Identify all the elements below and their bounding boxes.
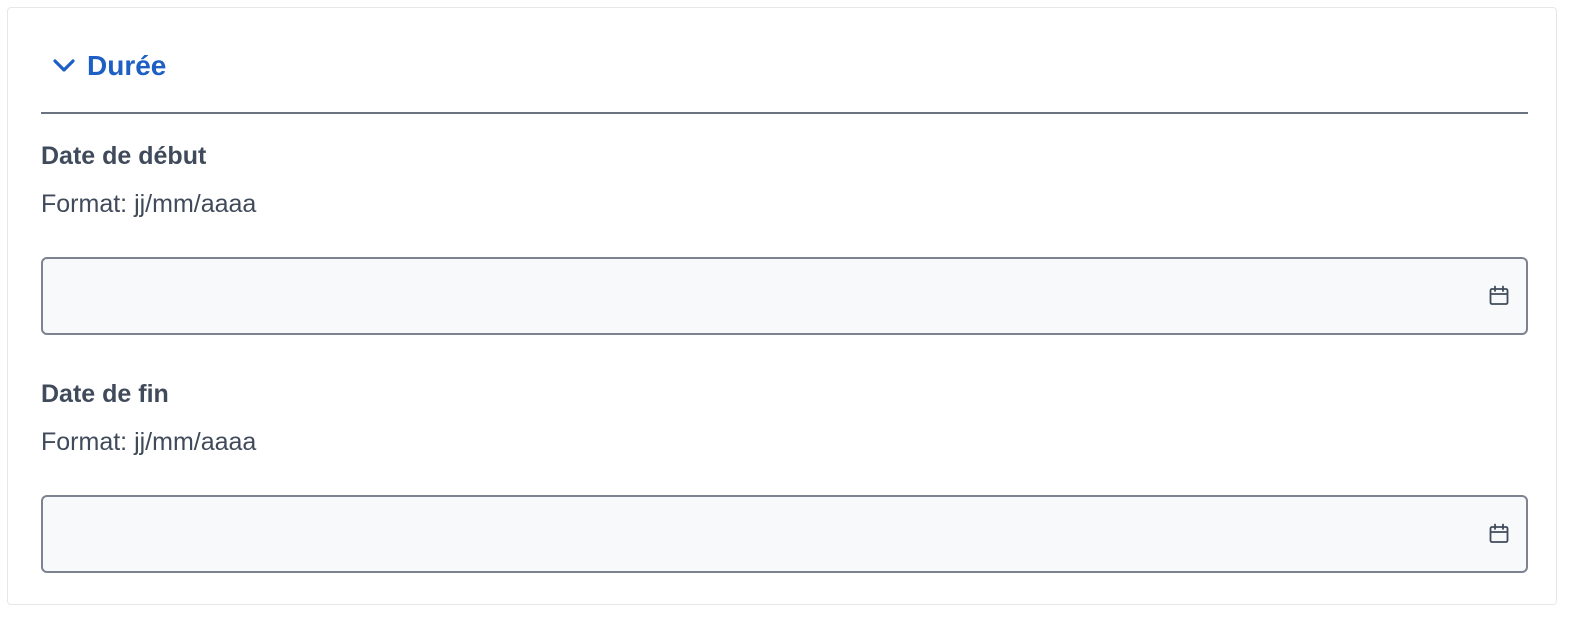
start-date-label: Date de début [41, 142, 207, 170]
end-date-label: Date de fin [41, 380, 169, 408]
start-date-input[interactable] [43, 259, 1526, 333]
section-header: Durée [41, 44, 1528, 114]
start-date-field [41, 257, 1528, 335]
section-title: Durée [87, 50, 167, 81]
start-date-hint: Format: jj/mm/aaaa [41, 190, 257, 218]
calendar-icon[interactable] [1486, 521, 1512, 547]
section-toggle[interactable]: Durée [51, 46, 166, 86]
end-date-hint: Format: jj/mm/aaaa [41, 428, 257, 456]
end-date-field [41, 495, 1528, 573]
calendar-icon[interactable] [1486, 283, 1512, 309]
duration-panel: Durée Date de début Format: jj/mm/aaaa D… [7, 7, 1557, 605]
end-date-input[interactable] [43, 497, 1526, 571]
chevron-down-icon [51, 53, 77, 79]
